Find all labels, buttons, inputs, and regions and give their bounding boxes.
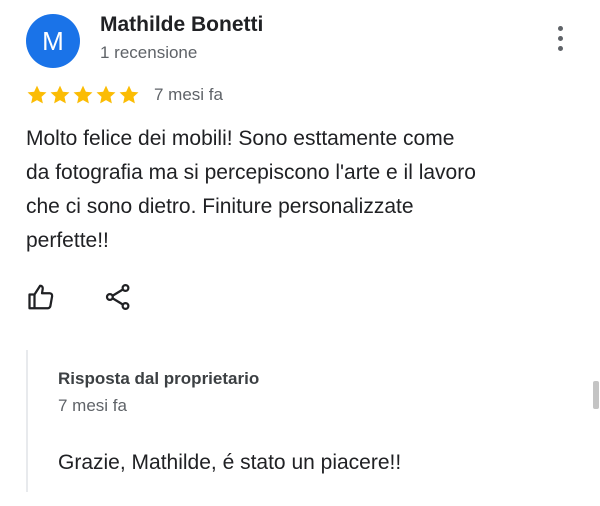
share-button[interactable] xyxy=(100,279,136,315)
reviewer-name[interactable]: Mathilde Bonetti xyxy=(100,13,263,37)
like-button[interactable] xyxy=(24,279,60,315)
thumb-up-icon xyxy=(28,284,54,310)
scrollbar-thumb[interactable] xyxy=(593,381,599,409)
owner-reply: Risposta dal proprietario 7 mesi fa Graz… xyxy=(26,350,568,492)
avatar-initial: M xyxy=(42,25,64,56)
more-vertical-icon xyxy=(557,35,563,41)
rating-row: 7 mesi fa xyxy=(26,81,223,109)
avatar[interactable]: M xyxy=(26,14,80,68)
more-vertical-icon xyxy=(557,25,563,31)
review-date: 7 mesi fa xyxy=(154,85,223,104)
owner-reply-heading: Risposta dal proprietario xyxy=(58,369,260,388)
share-icon xyxy=(105,284,130,311)
more-vertical-icon xyxy=(557,45,563,51)
reviewer-review-count[interactable]: 1 recensione xyxy=(100,43,197,63)
star-icon xyxy=(119,85,139,104)
star-rating xyxy=(26,84,140,106)
owner-reply-date: 7 mesi fa xyxy=(58,396,127,415)
owner-reply-text: Grazie, Mathilde, é stato un piacere!! xyxy=(58,451,402,474)
more-options-button[interactable] xyxy=(548,22,572,54)
star-icon xyxy=(73,85,93,104)
star-icon xyxy=(96,85,116,104)
star-icon xyxy=(50,85,70,104)
star-icon xyxy=(27,85,47,104)
review-text: Molto felice dei mobili! Sono esttamente… xyxy=(26,127,476,252)
